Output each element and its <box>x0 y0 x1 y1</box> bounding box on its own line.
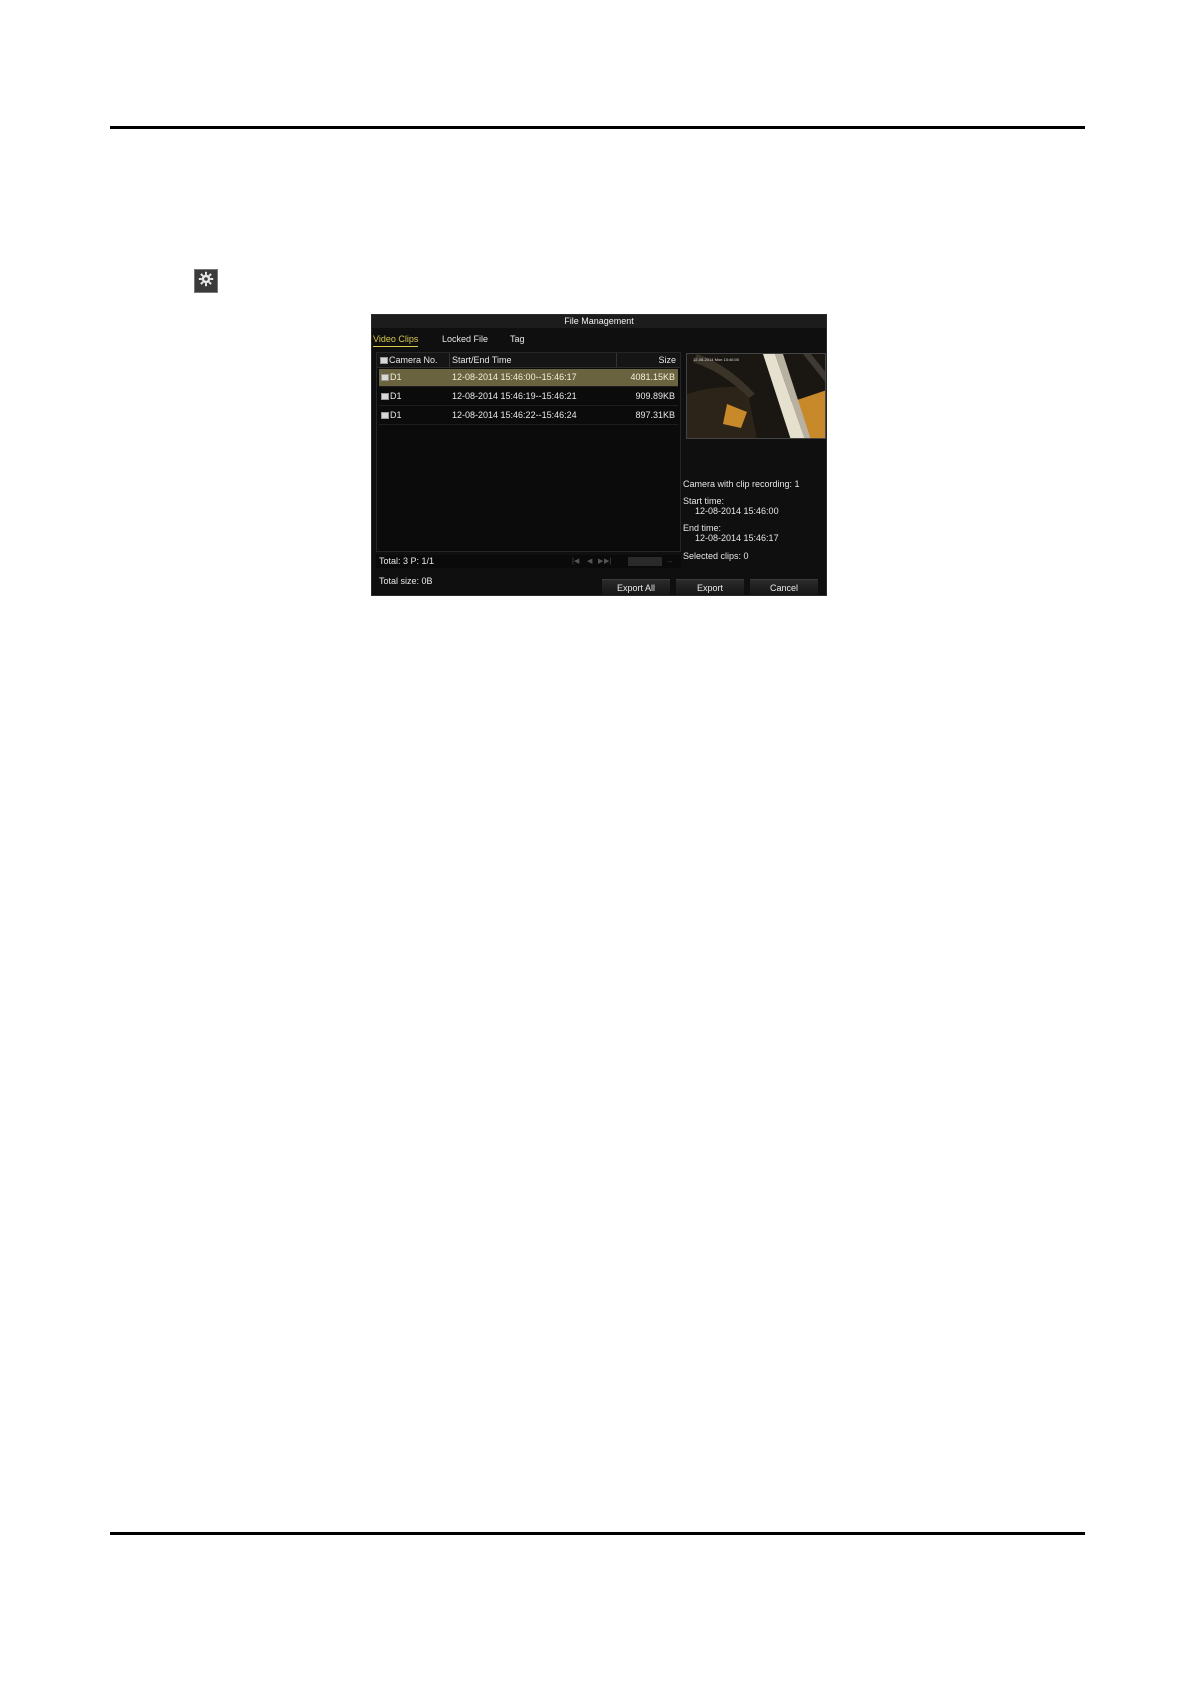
video-preview: 12-08-2014 Mon 15:46:00 <box>686 353 826 439</box>
last-page-icon[interactable]: ▶| <box>604 555 611 568</box>
export-button[interactable]: Export <box>676 579 744 595</box>
row-checkbox[interactable] <box>381 412 389 419</box>
row-size: 909.89KB <box>635 391 675 401</box>
prev-page-icon[interactable]: ◀ <box>587 555 592 568</box>
row-camera: D1 <box>390 391 402 401</box>
row-time: 12-08-2014 15:46:19--15:46:21 <box>452 391 577 401</box>
selected-clips: Selected clips: 0 <box>683 551 749 561</box>
preview-frame-image <box>687 354 825 438</box>
footer-rule <box>110 1532 1085 1535</box>
export-all-button[interactable]: Export All <box>602 579 670 595</box>
row-camera: D1 <box>390 410 402 420</box>
preview-timestamp: 12-08-2014 Mon 15:46:00 <box>693 357 740 362</box>
row-size: 897.31KB <box>635 410 675 420</box>
column-size[interactable]: Size <box>658 353 676 367</box>
row-size: 4081.15KB <box>630 372 675 382</box>
start-time-value: 12-08-2014 15:46:00 <box>695 506 779 516</box>
start-time-label: Start time: <box>683 496 725 506</box>
end-time-value: 12-08-2014 15:46:17 <box>695 533 779 543</box>
table-row[interactable]: D1 12-08-2014 15:46:00--15:46:17 4081.15… <box>379 369 678 387</box>
go-page-icon[interactable]: → <box>666 555 673 568</box>
page-summary: Total: 3 P: 1/1 <box>379 556 435 566</box>
end-time-label: End time: <box>683 523 722 533</box>
select-all-checkbox[interactable] <box>380 357 388 364</box>
file-management-dialog: File Management Video Clips Locked File … <box>371 314 827 596</box>
row-time: 12-08-2014 15:46:22--15:46:24 <box>452 410 577 420</box>
header-rule <box>110 126 1085 129</box>
row-checkbox[interactable] <box>381 374 389 381</box>
column-camera-no[interactable]: Camera No. <box>389 353 438 367</box>
tab-locked-file[interactable]: Locked File <box>442 332 488 346</box>
column-start-end-time[interactable]: Start/End Time <box>452 353 512 367</box>
column-divider <box>616 353 617 367</box>
column-divider <box>449 353 450 367</box>
tab-tag[interactable]: Tag <box>510 332 525 346</box>
row-camera: D1 <box>390 372 402 382</box>
first-page-icon[interactable]: |◀ <box>572 555 579 568</box>
list-header: Camera No. Start/End Time Size <box>377 353 680 368</box>
total-size: Total size: 0B <box>379 576 433 586</box>
row-checkbox[interactable] <box>381 393 389 400</box>
row-time: 12-08-2014 15:46:00--15:46:17 <box>452 372 577 382</box>
table-row[interactable]: D1 12-08-2014 15:46:22--15:46:24 897.31K… <box>379 407 678 425</box>
pagination-bar: Total: 3 P: 1/1 |◀ ◀ ▶ ▶| → <box>376 555 681 568</box>
table-row[interactable]: D1 12-08-2014 15:46:19--15:46:21 909.89K… <box>379 388 678 406</box>
clip-list: Camera No. Start/End Time Size D1 12-08-… <box>376 352 681 552</box>
settings-button[interactable] <box>194 269 218 293</box>
cancel-button[interactable]: Cancel <box>750 579 818 595</box>
gear-icon <box>198 271 214 292</box>
dialog-title: File Management <box>372 315 826 328</box>
tab-video-clips[interactable]: Video Clips <box>373 332 419 347</box>
page-number-input[interactable] <box>628 557 662 566</box>
next-page-icon[interactable]: ▶ <box>598 555 603 568</box>
camera-with-clip: Camera with clip recording: 1 <box>683 479 800 489</box>
